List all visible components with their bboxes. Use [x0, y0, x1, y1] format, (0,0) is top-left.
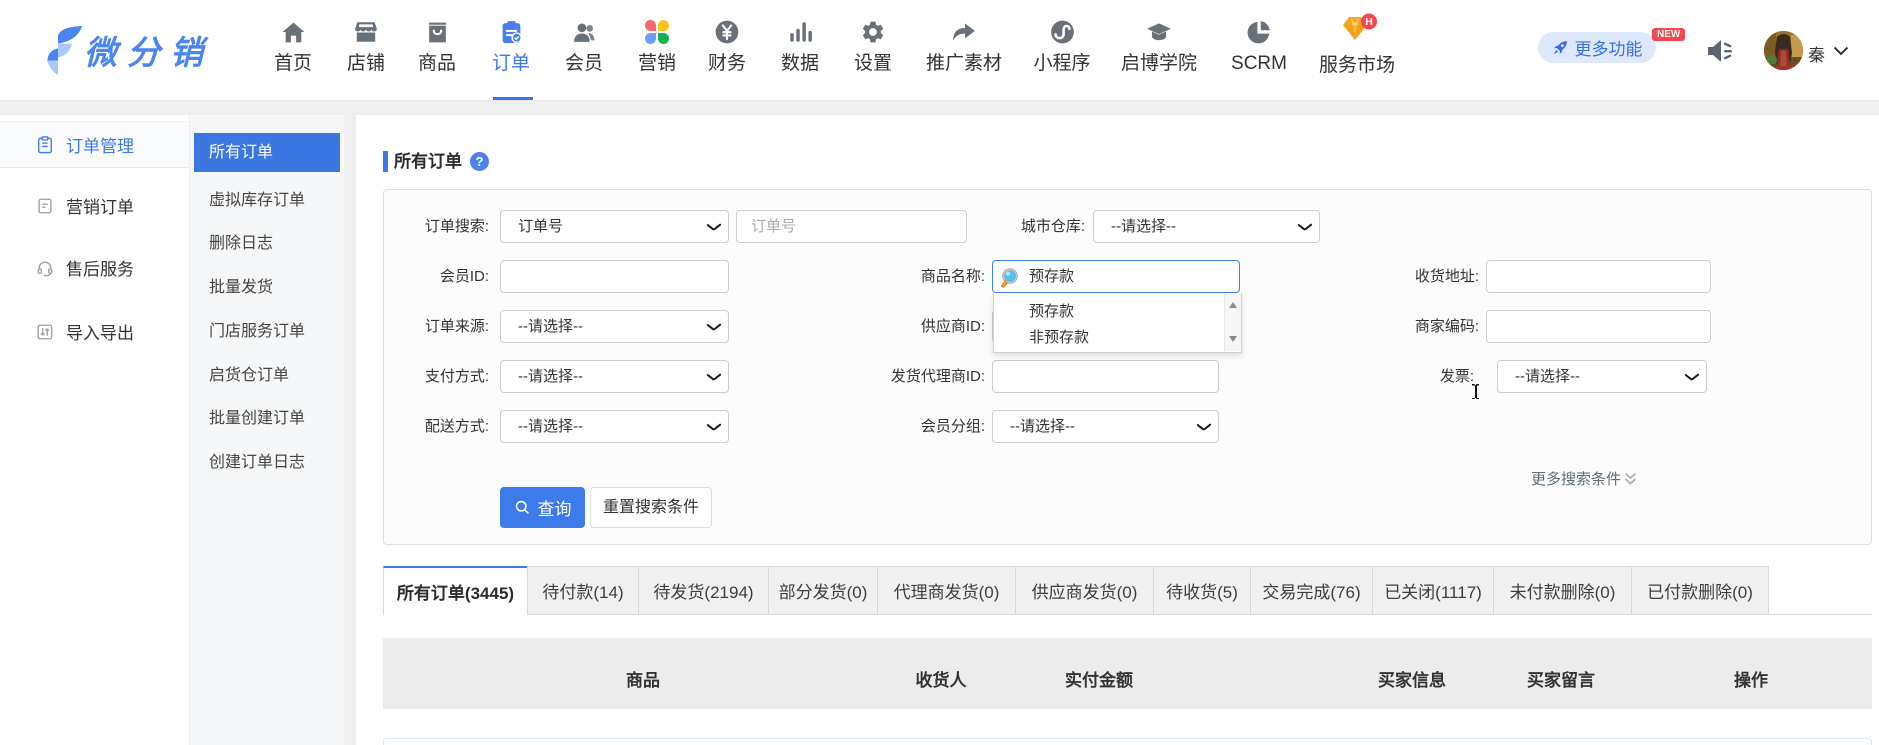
- svg-text:H: H: [1365, 16, 1373, 28]
